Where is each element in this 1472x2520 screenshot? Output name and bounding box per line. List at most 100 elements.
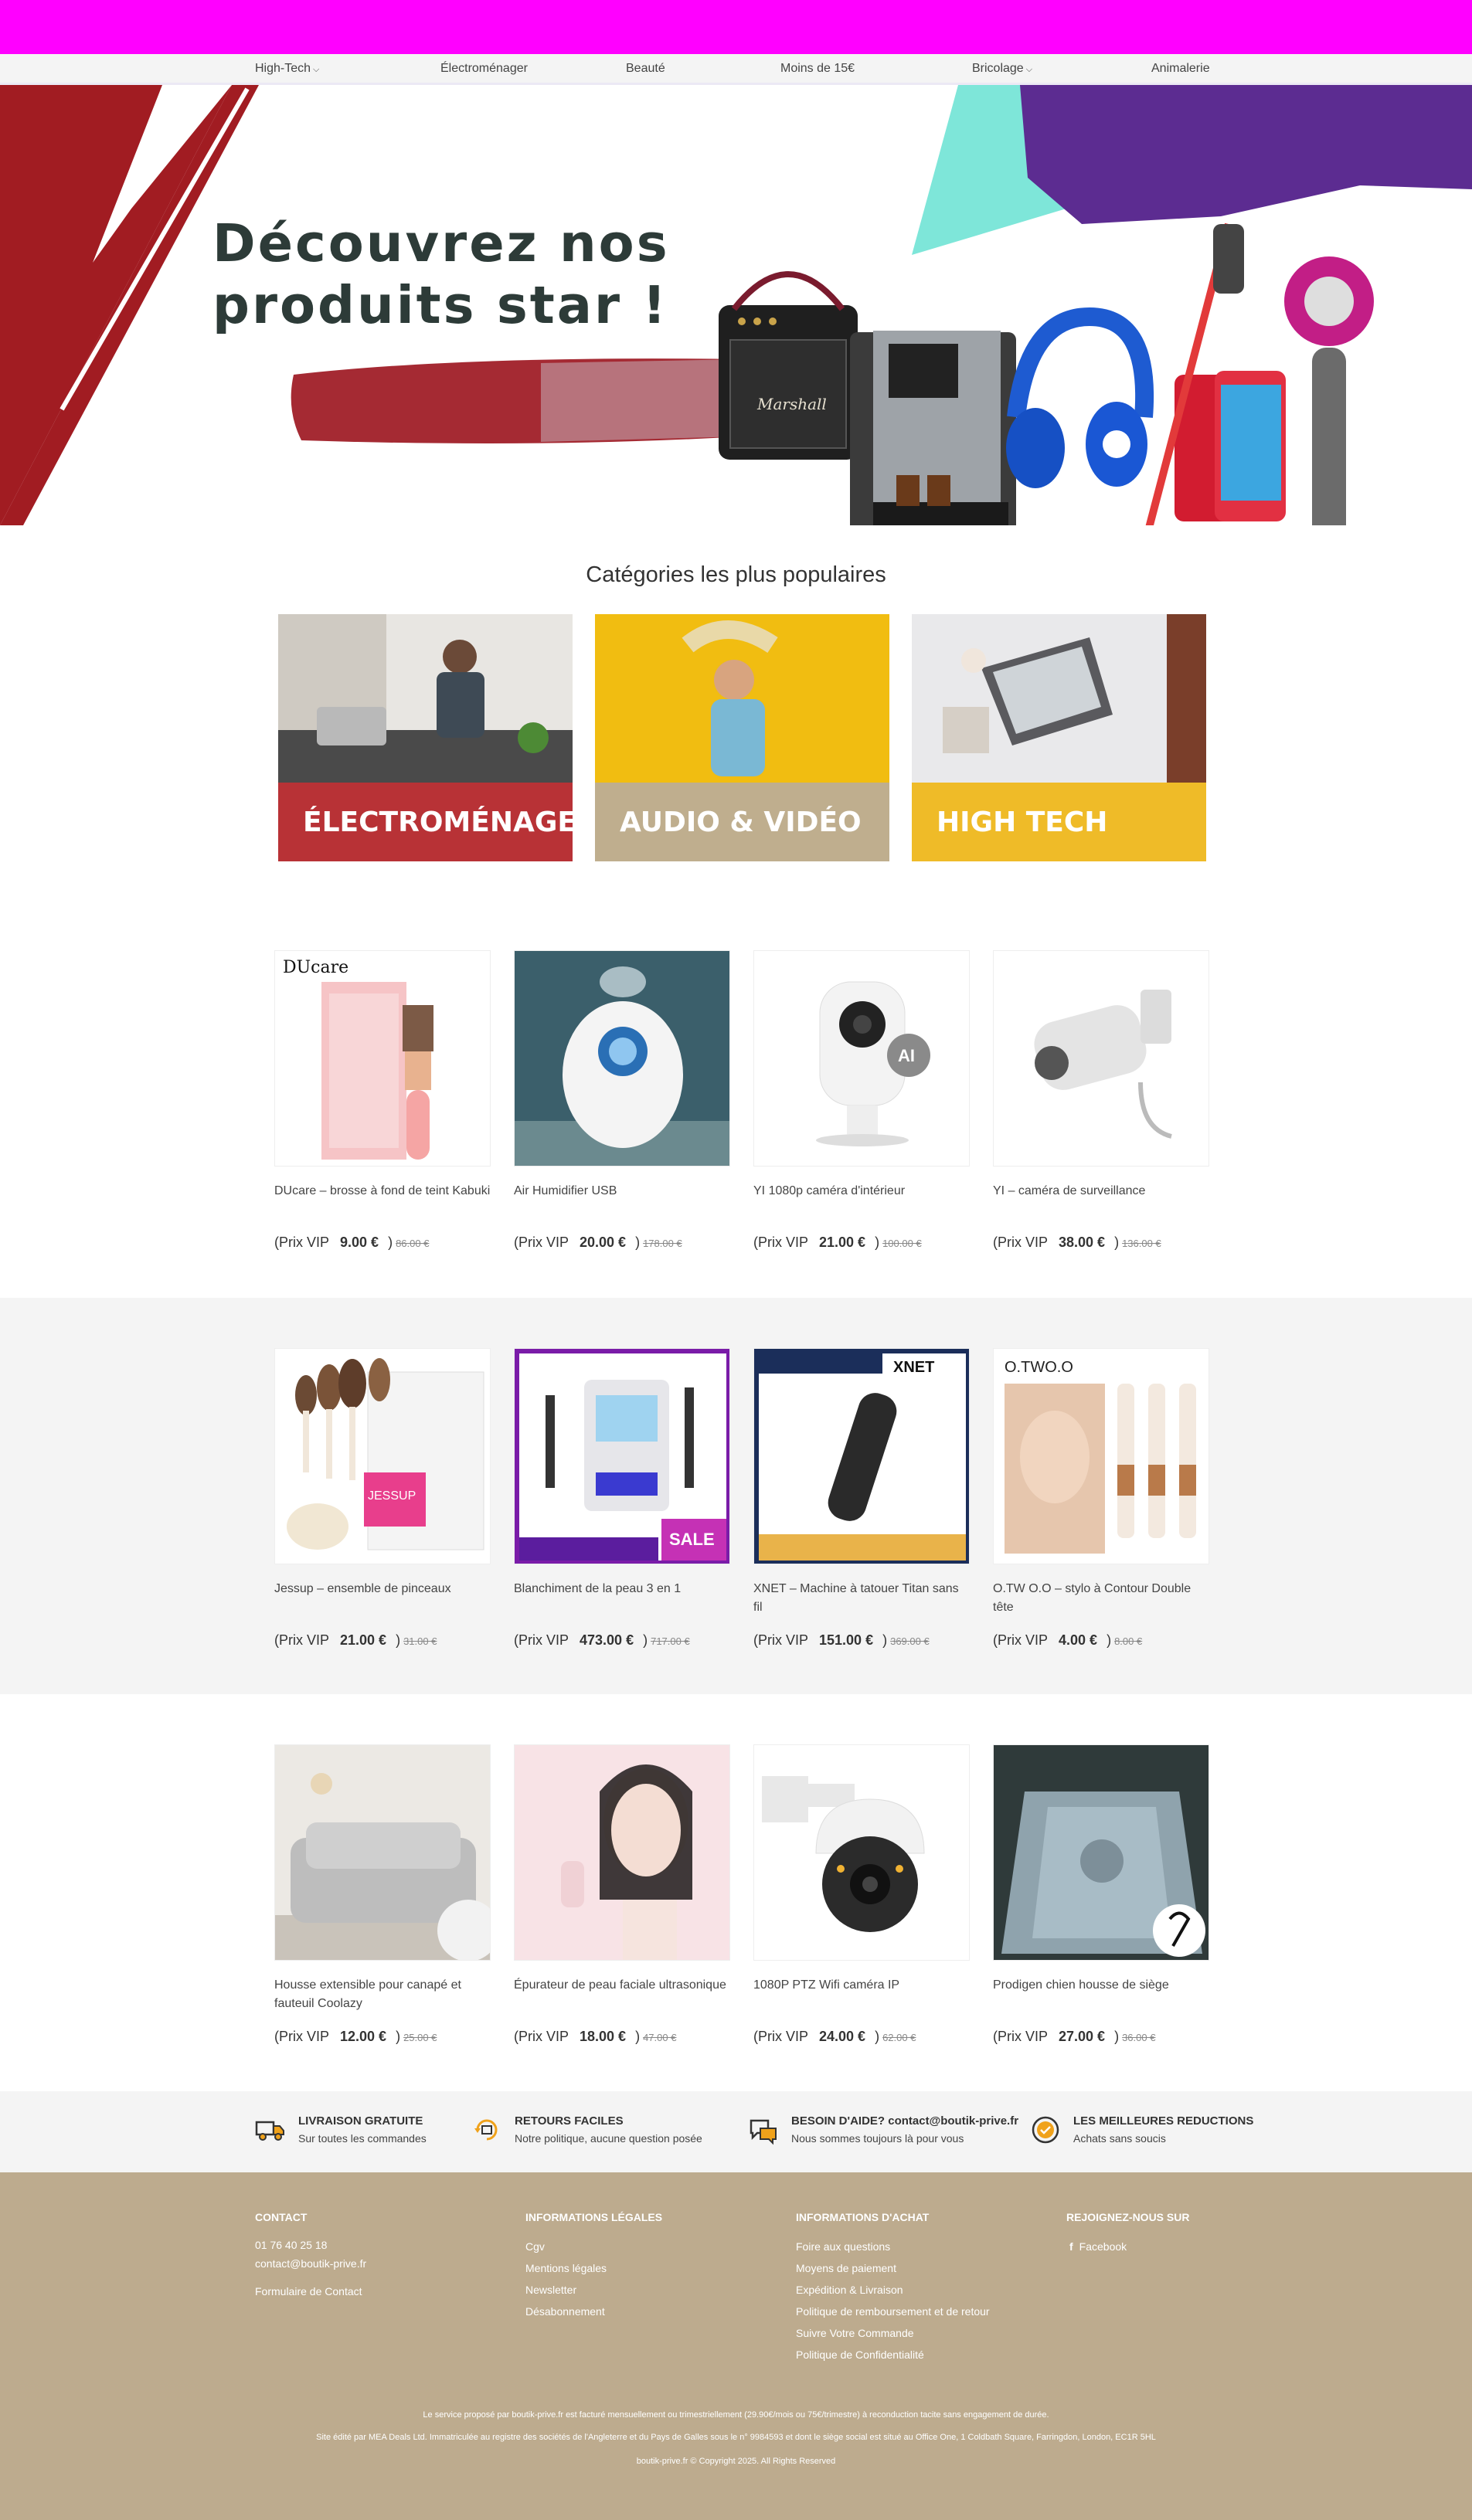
- product-price: (Prix VIP 9.00 €) 86.00 €: [274, 1235, 430, 1250]
- category-label: AUDIO & VIDÉO: [595, 783, 889, 861]
- product-price: (Prix VIP 20.00 €) 178.00 €: [514, 1235, 682, 1250]
- features-strip: LIVRAISON GRATUITE Sur toutes les command…: [0, 2091, 1472, 2172]
- svg-text:AI: AI: [898, 1046, 915, 1065]
- product-name[interactable]: DUcare – brosse à fond de teint Kabuki: [274, 1182, 491, 1221]
- footer-company-notice: Site édité par MEA Deals Ltd. Immatricul…: [316, 2433, 1156, 2442]
- product-card[interactable]: DUcare DUcare – brosse à fond de teint K…: [274, 950, 491, 1251]
- nav-item-electromenager[interactable]: Électroménager: [440, 62, 626, 76]
- category-card-high-tech[interactable]: HIGH TECH: [912, 614, 1206, 861]
- chat-icon: [750, 2119, 777, 2145]
- nav-item-bricolage[interactable]: Bricolage ⌵: [972, 62, 1151, 76]
- product-card[interactable]: O.TWO.O O.TW O.O – stylo à Contour Doubl…: [993, 1348, 1209, 1649]
- product-image: JESSUP: [274, 1348, 491, 1564]
- site-footer: CONTACT 01 76 40 25 18 contact@boutik-pr…: [0, 2172, 1472, 2520]
- product-card[interactable]: AI YI 1080p caméra d'intérieur (Prix VIP…: [753, 950, 970, 1251]
- product-name[interactable]: 1080P PTZ Wifi caméra IP: [753, 1976, 970, 2015]
- footer-link-facebook[interactable]: f Facebook: [1066, 2236, 1189, 2257]
- product-image: [993, 1744, 1209, 1961]
- product-name[interactable]: Blanchiment de la peau 3 en 1: [514, 1580, 730, 1618]
- nav-item-high-tech[interactable]: High-Tech ⌵: [255, 62, 440, 76]
- footer-heading: CONTACT: [255, 2211, 308, 2223]
- category-photo-kitchen: [278, 614, 573, 783]
- chevron-down-icon: ⌵: [1025, 64, 1033, 74]
- product-card[interactable]: Épurateur de peau faciale ultrasonique (…: [514, 1744, 730, 2045]
- product-image: [274, 1744, 491, 1961]
- product-image: [514, 1744, 730, 1961]
- product-name[interactable]: Prodigen chien housse de siège: [993, 1976, 1209, 2015]
- footer-link-refund[interactable]: Politique de remboursement et de retour: [796, 2301, 990, 2322]
- product-card[interactable]: YI – caméra de surveillance (Prix VIP 38.…: [993, 950, 1209, 1251]
- hero-banner[interactable]: Marshall Découvrez nos produits star !: [0, 85, 1472, 525]
- footer-link-unsubscribe[interactable]: Désabonnement: [525, 2301, 662, 2322]
- footer-contact-form-link[interactable]: Formulaire de Contact: [255, 2282, 366, 2301]
- facebook-icon: f: [1069, 2240, 1073, 2253]
- feature-easy-returns: RETOURS FACILES Notre politique, aucune q…: [471, 2114, 702, 2145]
- footer-heading: REJOIGNEZ-NOUS SUR: [1066, 2211, 1190, 2223]
- product-image: [993, 950, 1209, 1167]
- product-name[interactable]: XNET – Machine à tatouer Titan sans fil: [753, 1580, 970, 1618]
- product-image: [753, 1744, 970, 1961]
- footer-contact: CONTACT 01 76 40 25 18 contact@boutik-pr…: [255, 2211, 366, 2301]
- product-price: (Prix VIP 18.00 €) 47.00 €: [514, 2029, 677, 2044]
- footer-phone[interactable]: 01 76 40 25 18: [255, 2236, 366, 2254]
- product-name[interactable]: O.TW O.O – stylo à Contour Double tête: [993, 1580, 1209, 1618]
- product-section-2: JESSUP Jessup – ensemble de pinceaux (Pr…: [0, 1298, 1472, 1694]
- product-price: (Prix VIP 27.00 €) 36.00 €: [993, 2029, 1156, 2044]
- footer-link-payment[interactable]: Moyens de paiement: [796, 2257, 990, 2279]
- product-price: (Prix VIP 473.00 €) 717.00 €: [514, 1632, 690, 1648]
- feature-best-discounts: LES MEILLEURES REDUCTIONS Achats sans sou…: [1030, 2114, 1253, 2145]
- category-label: ÉLECTROMÉNAGER: [278, 783, 573, 861]
- footer-link-privacy[interactable]: Politique de Confidentialité: [796, 2344, 990, 2365]
- product-price: (Prix VIP 4.00 €) 8.00 €: [993, 1632, 1143, 1648]
- product-name[interactable]: Air Humidifier USB: [514, 1182, 730, 1221]
- categories-heading: Catégories les plus populaires: [586, 562, 886, 587]
- product-price: (Prix VIP 151.00 €) 369.00 €: [753, 1632, 930, 1648]
- footer-link-cgv[interactable]: Cgv: [525, 2236, 662, 2257]
- footer-email[interactable]: contact@boutik-prive.fr: [255, 2254, 366, 2273]
- product-image: SALE: [514, 1348, 730, 1564]
- product-card[interactable]: Air Humidifier USB (Prix VIP 20.00 €) 178.…: [514, 950, 730, 1251]
- category-card-electromenager[interactable]: ÉLECTROMÉNAGER: [278, 614, 573, 861]
- product-card[interactable]: SALE Blanchiment de la peau 3 en 1 (Prix…: [514, 1348, 730, 1649]
- return-icon: [474, 2119, 498, 2141]
- product-section-1: DUcare DUcare – brosse à fond de teint K…: [0, 904, 1472, 1298]
- product-name[interactable]: Épurateur de peau faciale ultrasonique: [514, 1976, 730, 2015]
- hero-title: Découvrez nos produits star !: [212, 213, 670, 335]
- footer-copyright: boutik-prive.fr © Copyright 2025. All Ri…: [636, 2457, 836, 2466]
- product-name[interactable]: Housse extensible pour canapé et fauteui…: [274, 1976, 491, 2015]
- chevron-down-icon: ⌵: [313, 64, 320, 74]
- product-card[interactable]: Prodigen chien housse de siège (Prix VIP…: [993, 1744, 1209, 2045]
- product-card[interactable]: JESSUP Jessup – ensemble de pinceaux (Pr…: [274, 1348, 491, 1649]
- svg-text:JESSUP: JESSUP: [368, 1489, 416, 1503]
- product-name[interactable]: YI – caméra de surveillance: [993, 1182, 1209, 1221]
- product-price: (Prix VIP 21.00 €) 100.00 €: [753, 1235, 922, 1250]
- category-card-audio-video[interactable]: AUDIO & VIDÉO: [595, 614, 889, 861]
- footer-link-mentions[interactable]: Mentions légales: [525, 2257, 662, 2279]
- svg-text:O.TWO.O: O.TWO.O: [1005, 1359, 1073, 1376]
- footer-link-newsletter[interactable]: Newsletter: [525, 2279, 662, 2301]
- footer-link-faq[interactable]: Foire aux questions: [796, 2236, 990, 2257]
- product-card[interactable]: Housse extensible pour canapé et fauteui…: [274, 1744, 491, 2045]
- product-price: (Prix VIP 12.00 €) 25.00 €: [274, 2029, 437, 2044]
- product-image: XNET: [753, 1348, 970, 1564]
- footer-social: REJOIGNEZ-NOUS SUR f Facebook: [1066, 2211, 1189, 2257]
- feature-help: BESOIN D'AIDE? contact@boutik-prive.fr No…: [748, 2114, 1018, 2145]
- footer-heading: INFORMATIONS LÉGALES: [525, 2211, 663, 2223]
- category-photo-laptop: [912, 614, 1206, 783]
- nav-item-animalerie[interactable]: Animalerie: [1151, 62, 1337, 76]
- top-banner: [0, 0, 1472, 54]
- product-name[interactable]: YI 1080p caméra d'intérieur: [753, 1182, 970, 1221]
- truck-icon: [255, 2121, 284, 2141]
- feature-free-shipping: LIVRAISON GRATUITE Sur toutes les command…: [255, 2114, 427, 2145]
- product-name[interactable]: Jessup – ensemble de pinceaux: [274, 1580, 491, 1618]
- nav-item-beaute[interactable]: Beauté: [626, 62, 780, 76]
- category-photo-music: [595, 614, 889, 783]
- nav-item-moins-de-15[interactable]: Moins de 15€: [780, 62, 972, 76]
- product-card[interactable]: XNET XNET – Machine à tatouer Titan sans…: [753, 1348, 970, 1649]
- footer-billing-notice: Le service proposé par boutik-prive.fr e…: [423, 2410, 1049, 2420]
- product-section-3: Housse extensible pour canapé et fauteui…: [0, 1694, 1472, 2091]
- product-card[interactable]: 1080P PTZ Wifi caméra IP (Prix VIP 24.00 …: [753, 1744, 970, 2045]
- footer-link-shipping[interactable]: Expédition & Livraison: [796, 2279, 990, 2301]
- footer-link-track-order[interactable]: Suivre Votre Commande: [796, 2322, 990, 2344]
- footer-heading: INFORMATIONS D'ACHAT: [796, 2211, 930, 2223]
